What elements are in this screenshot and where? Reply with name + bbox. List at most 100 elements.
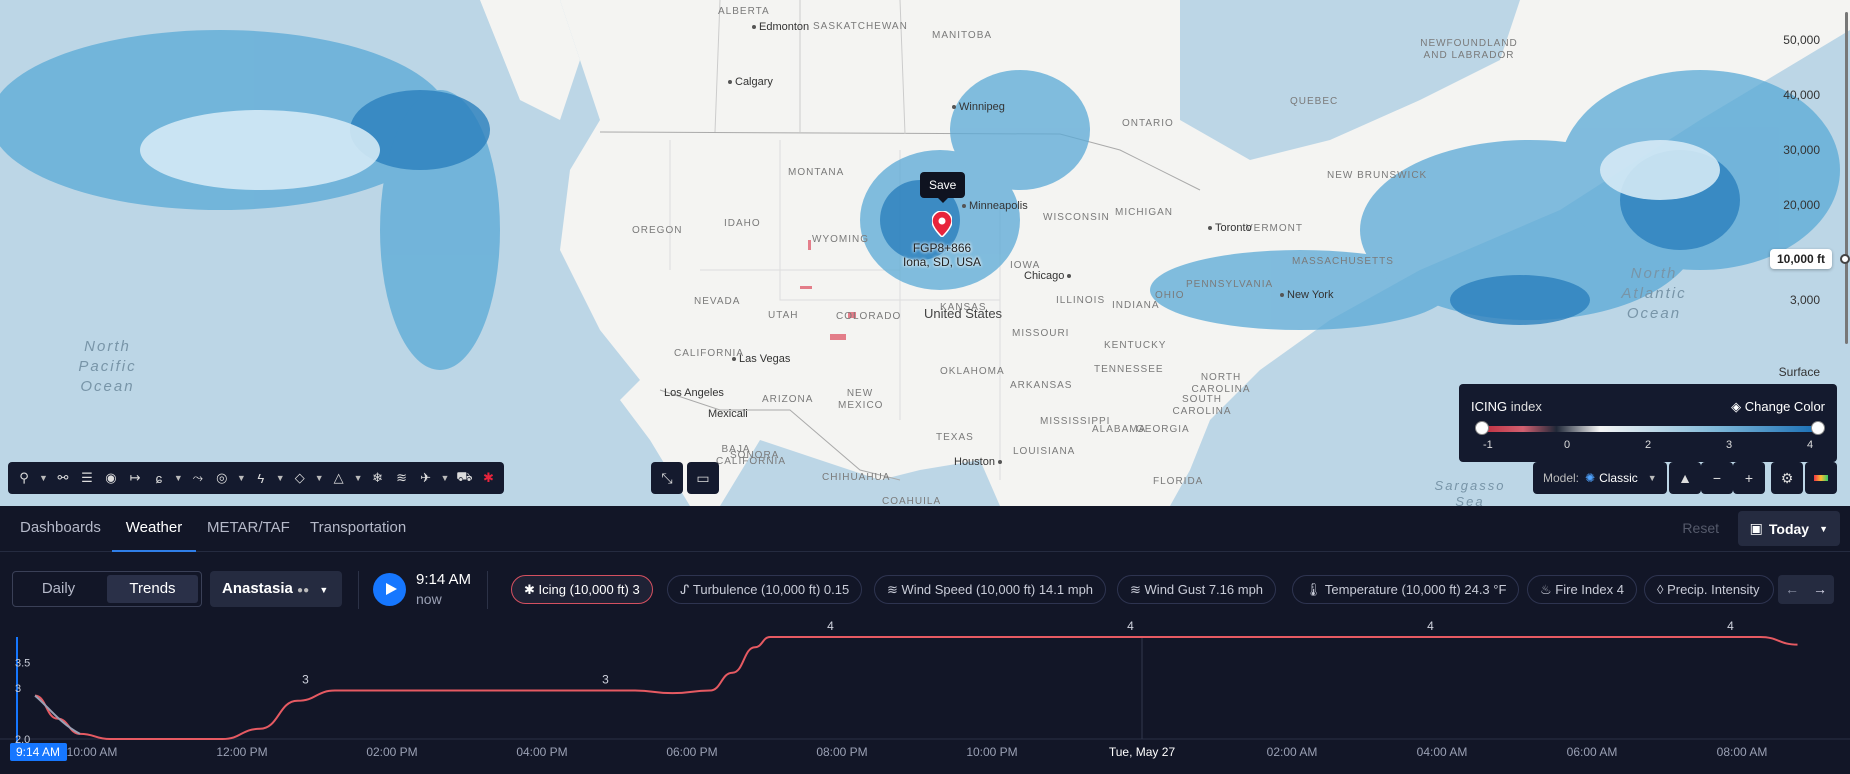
chevron-down-icon[interactable]: ▼ — [171, 462, 186, 494]
hurricane-icon[interactable]: ɕ — [147, 462, 171, 494]
alt-surface[interactable]: Surface — [1779, 365, 1820, 379]
change-color-button[interactable]: ◈ Change Color — [1731, 399, 1825, 415]
alt-20000[interactable]: 20,000 — [1783, 198, 1820, 212]
chevron-down-icon[interactable]: ▼ — [351, 462, 366, 494]
snow-icon[interactable]: ❄ — [366, 462, 390, 494]
y-tick-label: 3.5 — [15, 658, 30, 670]
asterisk-icon[interactable]: ✱ — [476, 462, 500, 494]
turbulence-icon: ᔑ — [680, 582, 690, 597]
chip-temperature[interactable]: 🌡 Temperature (10,000 ft) 24.3 °F — [1292, 575, 1520, 604]
weather-map[interactable]: ALBERTA SASKATCHEWAN MANITOBA ONTARIO NE… — [0, 0, 1850, 506]
map-label-newmexico: NEW MEXICO — [838, 388, 884, 411]
lightning-icon[interactable]: ϟ — [249, 462, 273, 494]
radar-icon[interactable]: ◎ — [210, 462, 234, 494]
legend-tick: 4 — [1807, 439, 1814, 451]
city-losangeles: Los Angeles — [664, 387, 724, 399]
x-tick-label: 04:00 AM — [1417, 745, 1468, 759]
map-label-vermont: VERMONT — [1246, 223, 1303, 234]
play-button[interactable] — [373, 573, 406, 606]
plane-path-icon[interactable]: ⤳ — [186, 462, 210, 494]
pin-icon[interactable]: ⚲ — [12, 462, 36, 494]
alt-40000[interactable]: 40,000 — [1783, 88, 1820, 102]
map-label-missouri: MISSOURI — [1012, 328, 1070, 339]
data-label: 4 — [1427, 621, 1434, 633]
trends-toggle[interactable]: Trends — [107, 575, 198, 603]
chip-fire-index[interactable]: ♨ Fire Index 4 — [1527, 575, 1637, 604]
ocean-sargasso: Sargasso Sea — [1434, 478, 1506, 506]
droplet-icon: ◊ — [1657, 582, 1664, 597]
chip-precip[interactable]: ◊ Precip. Intensity — [1644, 575, 1774, 604]
chevron-down-icon[interactable]: ▼ — [438, 462, 453, 494]
chip-wind-gust[interactable]: ≋ Wind Gust 7.16 mph — [1117, 575, 1277, 604]
map-label-arkansas: ARKANSAS — [1010, 380, 1073, 391]
color-scale-button[interactable] — [1805, 462, 1837, 494]
chevron-down-icon[interactable]: ▼ — [234, 462, 249, 494]
alt-30000[interactable]: 30,000 — [1783, 143, 1820, 157]
map-label-idaho: IDAHO — [724, 218, 761, 229]
zoom-out-button[interactable]: − — [1701, 462, 1733, 494]
chevron-down-icon: ▼ — [1819, 523, 1828, 534]
model-selector[interactable]: Model: ✺ Classic ▼ — [1533, 462, 1667, 494]
x-tick-label: 10:00 AM — [67, 745, 118, 759]
map-label-wyoming: WYOMING — [812, 234, 869, 245]
daily-toggle[interactable]: Daily — [13, 572, 104, 606]
tab-weather[interactable]: Weather — [112, 506, 196, 552]
map-label-arizona: ARIZONA — [762, 394, 814, 405]
time-value: 9:14 AM — [416, 571, 472, 588]
chevron-down-icon: ▼ — [319, 585, 329, 595]
legend-max-handle[interactable] — [1811, 421, 1825, 435]
chip-icing[interactable]: ✱ Icing (10,000 ft) 3 — [511, 575, 653, 604]
tab-metar-taf[interactable]: METAR/TAF — [207, 506, 290, 552]
compass-icon[interactable]: ◉ — [99, 462, 123, 494]
truck-icon[interactable]: ⛟ — [452, 462, 476, 494]
arrow-right-icon: → — [1813, 581, 1827, 597]
legend-tick: 2 — [1645, 439, 1652, 451]
layers-icon[interactable]: ◇ — [288, 462, 312, 494]
chevron-down-icon[interactable]: ▼ — [312, 462, 327, 494]
city-edmonton: Edmonton — [752, 21, 809, 33]
altitude-track[interactable] — [1845, 12, 1848, 344]
tab-dashboards[interactable]: Dashboards — [20, 506, 101, 552]
map-label-illinois: ILLINOIS — [1056, 295, 1106, 306]
alt-50000[interactable]: 50,000 — [1783, 33, 1820, 47]
warning-icon[interactable]: △ — [327, 462, 351, 494]
tab-transportation[interactable]: Transportation — [310, 506, 406, 552]
map-label-florida: FLORIDA — [1153, 476, 1204, 487]
legend-min-handle[interactable] — [1475, 421, 1489, 435]
altitude-handle[interactable] — [1840, 254, 1850, 264]
alt-3000[interactable]: 3,000 — [1790, 293, 1820, 307]
wind-icon[interactable]: ≋ — [390, 462, 414, 494]
marker-label: FGP8+866 Iona, SD, USA — [892, 241, 992, 269]
map-label-newbrunswick: NEW BRUNSWICK — [1327, 170, 1428, 181]
route-icon[interactable]: ↦ — [123, 462, 147, 494]
city-calgary: Calgary — [728, 76, 773, 88]
sliders-icon[interactable]: ☰ — [75, 462, 99, 494]
past-series-line — [34, 694, 81, 735]
city-houston: Houston — [954, 456, 1005, 468]
data-label: 4 — [1127, 621, 1134, 633]
chip-turbulence[interactable]: ᔑ Turbulence (10,000 ft) 0.15 — [667, 575, 863, 604]
user-selector[interactable]: Anastasia ●● ▼ — [210, 571, 342, 607]
current-time: 9:14 AM now — [416, 571, 471, 607]
today-button[interactable]: ▣ Today ▼ — [1737, 511, 1840, 546]
airplane-icon[interactable]: ✈ — [414, 462, 438, 494]
measure-path-button[interactable]: ⤡ — [651, 462, 683, 494]
reset-button[interactable]: Reset — [1682, 520, 1719, 536]
chevron-down-icon[interactable]: ▼ — [273, 462, 288, 494]
settings-button[interactable]: ⚙ — [1771, 462, 1803, 494]
chips-next-button[interactable]: → — [1806, 575, 1834, 604]
map-label-newfoundland: NEWFOUNDLAND AND LABRADOR — [1420, 38, 1518, 61]
chevron-down-icon[interactable]: ▼ — [36, 462, 51, 494]
city-lasvegas: Las Vegas — [732, 353, 790, 365]
icing-trend-chart[interactable]: 3.532.010:00 AM 12:00 PM 02:00 PM 04:00 PM 0… — [0, 621, 1850, 774]
map-label-alberta: ALBERTA — [718, 6, 770, 17]
city-mexicali: Mexicali — [708, 408, 748, 420]
north-arrow-button[interactable]: ▲ — [1669, 462, 1701, 494]
pins-icon[interactable]: ⚯ — [51, 462, 75, 494]
chip-wind-speed[interactable]: ≋ Wind Speed (10,000 ft) 14.1 mph — [874, 575, 1107, 604]
zoom-in-button[interactable]: + — [1733, 462, 1765, 494]
ruler-button[interactable]: ▭ — [687, 462, 719, 494]
save-location-button[interactable]: Save — [920, 172, 966, 203]
chips-prev-button[interactable]: ← — [1778, 575, 1806, 604]
location-pin-icon[interactable] — [932, 211, 952, 237]
